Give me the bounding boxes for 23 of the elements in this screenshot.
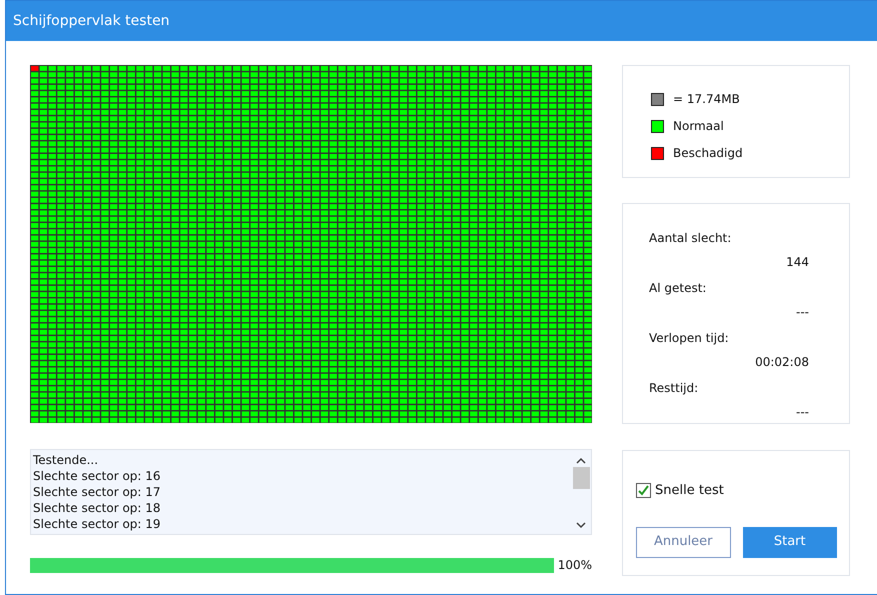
stat-value: ---: [795, 304, 809, 321]
cancel-button[interactable]: Annuleer: [636, 526, 730, 558]
legend-label: Normaal: [673, 118, 724, 135]
legend-label: Beschadigd: [673, 145, 743, 162]
log-line: Slechte sector op: 19: [33, 516, 162, 532]
log-line: Slechte sector op: 18: [33, 500, 162, 516]
log-line: Slechte sector op: 16: [33, 468, 162, 484]
quick-test-checkbox[interactable]: Snelle test: [636, 481, 837, 500]
checkmark-icon: [637, 484, 650, 498]
stat-value: ---: [795, 404, 809, 421]
stat-label: Aantal slecht:: [649, 230, 732, 247]
stat-label: Resttijd:: [649, 380, 700, 397]
legend-label: = 17.74MB: [673, 91, 740, 108]
start-button[interactable]: Start: [742, 526, 837, 558]
stat-label: Verlopen tijd:: [649, 330, 730, 347]
stat-value: 00:02:08: [754, 354, 809, 371]
log-line: Slechte sector op: 17: [33, 484, 162, 500]
stat-value: 144: [785, 254, 809, 271]
progress-reading: 100%: [558, 557, 592, 574]
scroll-thumb[interactable]: [572, 467, 590, 489]
stat-label: Al getest:: [649, 280, 708, 297]
log-line: Testende...: [33, 452, 100, 468]
title-bar: Schijfoppervlak testen: [6, 1, 877, 41]
